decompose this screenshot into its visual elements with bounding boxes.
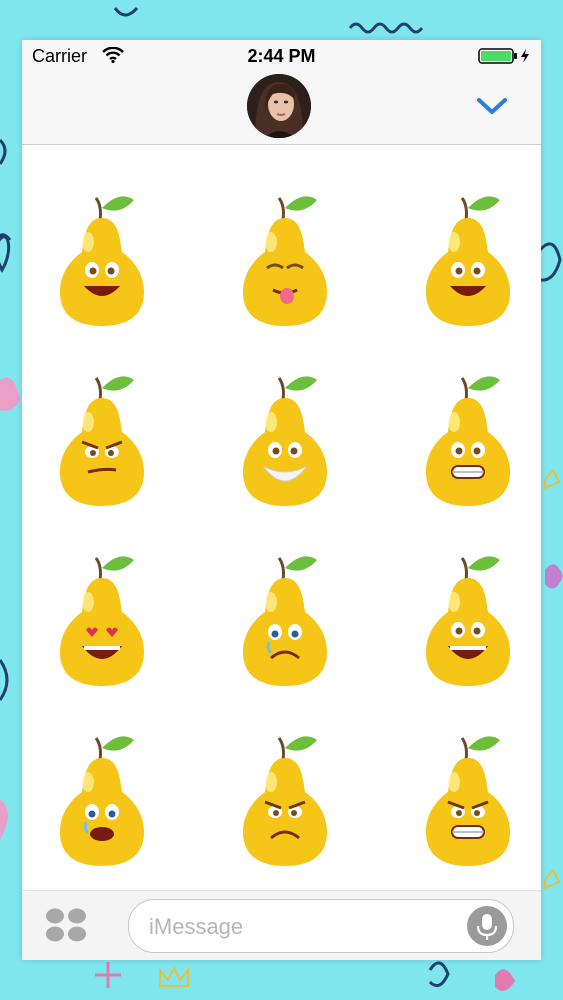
imessage-placeholder: iMessage xyxy=(149,914,244,939)
pear-icon xyxy=(60,736,144,866)
pear-icon xyxy=(426,736,510,866)
clock: 2:44 PM xyxy=(247,46,316,66)
pear-icon xyxy=(243,736,327,866)
contact-avatar[interactable] xyxy=(247,74,311,138)
pear-sticker-big-smile[interactable] xyxy=(418,542,518,692)
pear-sticker-gritted-teeth[interactable] xyxy=(418,362,518,512)
pear-sticker-happy-smile[interactable] xyxy=(52,182,152,332)
pear-sticker-frown[interactable] xyxy=(235,722,335,872)
microphone-icon xyxy=(476,914,498,940)
pear-sticker-sad-tear[interactable] xyxy=(235,542,335,692)
app-drawer-icon[interactable] xyxy=(44,907,88,943)
battery-icon xyxy=(478,48,529,64)
pear-icon xyxy=(426,376,510,506)
pear-icon xyxy=(60,376,144,506)
chevron-down-icon[interactable] xyxy=(474,94,510,118)
sticker-app-header xyxy=(22,72,541,145)
pear-icon xyxy=(426,196,510,326)
pear-icon xyxy=(243,196,327,326)
pear-icon xyxy=(426,556,510,686)
pear-sticker-crying[interactable] xyxy=(52,722,152,872)
imessage-input[interactable]: iMessage xyxy=(128,899,514,953)
status-bar: Carrier 2:44 PM xyxy=(22,40,541,72)
messages-sticker-panel: Carrier 2:44 PM iMessage xyxy=(22,40,541,960)
avatar-image xyxy=(247,74,311,138)
pear-sticker-angry-smirk[interactable] xyxy=(52,362,152,512)
microphone-button[interactable] xyxy=(467,906,507,946)
message-input-bar: iMessage xyxy=(22,890,541,960)
pear-icon xyxy=(60,196,144,326)
sticker-grid xyxy=(22,146,541,886)
pear-sticker-old-man-beard[interactable] xyxy=(235,362,335,512)
pear-sticker-angry-grimace[interactable] xyxy=(418,722,518,872)
pear-icon xyxy=(60,556,144,686)
pear-sticker-grin[interactable] xyxy=(418,182,518,332)
pear-icon xyxy=(243,556,327,686)
pear-icon xyxy=(243,376,327,506)
pear-sticker-heart-eyes-laugh[interactable] xyxy=(52,542,152,692)
pear-sticker-tongue-wink[interactable] xyxy=(235,182,335,332)
